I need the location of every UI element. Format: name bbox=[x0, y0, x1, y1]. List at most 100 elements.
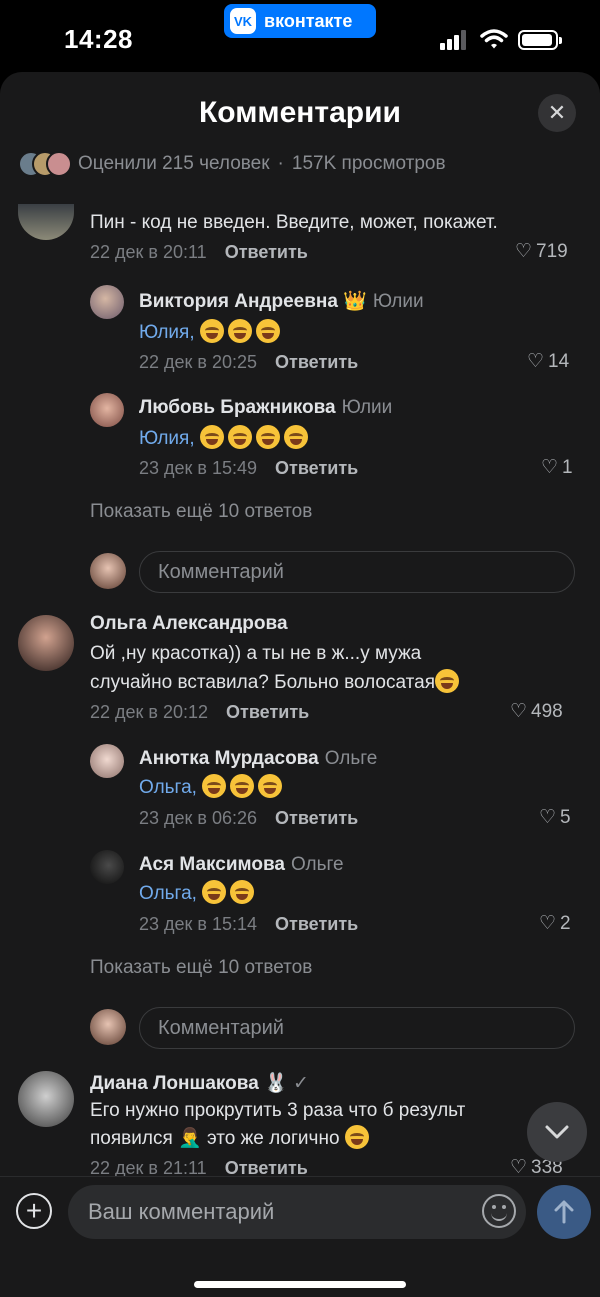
avatar[interactable] bbox=[90, 744, 124, 778]
reply-text: Юлия, bbox=[139, 318, 284, 347]
comment-text: Ой ,ну красотка)) а ты не в ж...у мужа bbox=[90, 643, 422, 664]
like-button[interactable]: ♡ 5 bbox=[539, 806, 571, 829]
comment-text: Пин - код не введен. Введите, может, пок… bbox=[90, 212, 498, 233]
sheet-title: Комментарии bbox=[198, 96, 402, 129]
home-indicator[interactable] bbox=[194, 1281, 406, 1288]
reply-button[interactable]: Ответить bbox=[275, 352, 358, 372]
meta-separator: · bbox=[277, 153, 284, 174]
comment-date: 22 дек в 20:12 Ответить bbox=[90, 702, 310, 722]
wifi-icon bbox=[480, 29, 508, 49]
rofl-emoji-icon bbox=[199, 425, 224, 449]
avatar bbox=[46, 151, 72, 177]
vk-app-label: вконтакте bbox=[264, 10, 353, 31]
plus-icon: + bbox=[25, 1195, 43, 1226]
add-attachment-button[interactable]: + bbox=[16, 1193, 52, 1229]
laughing-emoji-icon bbox=[258, 774, 283, 798]
raters-avatar-stack bbox=[18, 151, 72, 177]
comments-sheet: Комментарии ✕ Оценили 215 человек · 157K… bbox=[0, 72, 600, 1297]
emoji-picker-icon[interactable] bbox=[482, 1194, 516, 1228]
heart-icon: ♡ bbox=[515, 241, 533, 262]
comment-author[interactable]: Диана Лоншакова 🐰 ✓ bbox=[90, 1071, 309, 1095]
vk-logo-icon: VK bbox=[230, 8, 256, 34]
like-count: 1 bbox=[562, 456, 573, 478]
reply-target: Юлии bbox=[341, 397, 393, 418]
vk-app-badge[interactable]: VK вконтакте bbox=[224, 4, 376, 38]
heart-icon: ♡ bbox=[539, 913, 557, 934]
like-count: 719 bbox=[536, 240, 568, 262]
comment-author[interactable]: Ольга Александрова bbox=[90, 613, 288, 635]
reply-button[interactable]: Ответить bbox=[275, 458, 358, 478]
laughing-emoji-icon bbox=[230, 880, 255, 904]
like-button[interactable]: ♡ 719 bbox=[515, 240, 568, 263]
verified-check-icon: ✓ bbox=[293, 1073, 309, 1094]
reply-text: Ольга, bbox=[139, 773, 286, 802]
send-button[interactable] bbox=[537, 1185, 591, 1239]
comment-date: 22 дек в 20:11 Ответить bbox=[90, 242, 308, 262]
avatar bbox=[90, 1009, 126, 1045]
like-count: 5 bbox=[560, 806, 571, 828]
mention-link[interactable]: Ольга, bbox=[139, 777, 197, 798]
laughing-emoji-icon bbox=[199, 319, 224, 343]
avatar[interactable] bbox=[18, 1071, 74, 1127]
reply-input[interactable]: Комментарий bbox=[139, 1007, 575, 1049]
reply-input[interactable]: Комментарий bbox=[139, 551, 575, 593]
reply-author[interactable]: Любовь Бражникова Юлии bbox=[139, 397, 392, 419]
reply-author[interactable]: Виктория Андреевна 👑 Юлии bbox=[139, 289, 424, 313]
show-more-replies[interactable]: Показать ещё 10 ответов bbox=[90, 501, 312, 523]
reply-button[interactable]: Ответить bbox=[225, 1158, 308, 1178]
like-button[interactable]: ♡ 2 bbox=[539, 912, 571, 935]
reply-date: 23 дек в 06:26 Ответить bbox=[139, 808, 359, 828]
status-bar: 14:28 VK вконтакте bbox=[0, 0, 600, 78]
avatar[interactable] bbox=[18, 204, 74, 240]
like-button[interactable]: ♡ 14 bbox=[527, 350, 569, 373]
scroll-down-button[interactable] bbox=[527, 1102, 587, 1162]
reply-button[interactable]: Ответить bbox=[275, 808, 358, 828]
rofl-emoji-icon bbox=[283, 425, 308, 449]
reply-text: Юлия, bbox=[139, 424, 312, 453]
comment-input[interactable]: Ваш комментарий bbox=[68, 1185, 526, 1239]
reply-author[interactable]: Анютка Мурдасова Ольге bbox=[139, 748, 377, 770]
reply-button[interactable]: Ответить bbox=[226, 702, 309, 722]
reply-date: 23 дек в 15:14 Ответить bbox=[139, 914, 359, 934]
close-icon: ✕ bbox=[547, 100, 567, 125]
comment-text-line2: случайно вставила? Больно волосатая bbox=[90, 668, 463, 697]
reply-button[interactable]: Ответить bbox=[225, 242, 308, 262]
reply-author[interactable]: Ася Максимова Ольге bbox=[139, 854, 344, 876]
heart-icon: ♡ bbox=[541, 457, 559, 478]
show-more-replies[interactable]: Показать ещё 10 ответов bbox=[90, 957, 312, 979]
bunny-emoji-icon: 🐰 bbox=[264, 1073, 288, 1094]
grinning-squint-emoji-icon bbox=[202, 880, 227, 904]
like-count: 14 bbox=[548, 350, 570, 372]
like-button[interactable]: ♡ 1 bbox=[541, 456, 573, 479]
avatar[interactable] bbox=[90, 850, 124, 884]
mention-link[interactable]: Ольга, bbox=[139, 883, 197, 904]
cellular-signal-icon bbox=[440, 30, 466, 50]
avatar[interactable] bbox=[90, 285, 124, 319]
reply-target: Ольге bbox=[324, 748, 378, 769]
mention-link[interactable]: Юлия, bbox=[139, 322, 195, 343]
heart-icon: ♡ bbox=[527, 351, 545, 372]
laughing-emoji-icon bbox=[227, 319, 252, 343]
reply-text: Ольга, bbox=[139, 879, 258, 908]
close-button[interactable]: ✕ bbox=[538, 94, 576, 132]
reply-date: 23 дек в 15:49 Ответить bbox=[139, 458, 359, 478]
laughing-emoji-icon bbox=[202, 774, 227, 798]
comment-text-line2: появился 🤦‍♂️ это же логично bbox=[90, 1124, 373, 1153]
status-time: 14:28 bbox=[64, 24, 133, 54]
avatar[interactable] bbox=[90, 393, 124, 427]
avatar bbox=[90, 553, 126, 589]
rating-meta[interactable]: Оценили 215 человек · 157K просмотров bbox=[18, 150, 446, 178]
reply-button[interactable]: Ответить bbox=[275, 914, 358, 934]
raised-eyebrow-emoji-icon bbox=[344, 1125, 369, 1149]
like-count: 498 bbox=[531, 700, 563, 722]
comment-text: Его нужно прокрутить 3 раза что б резуль… bbox=[90, 1100, 466, 1121]
crown-icon: 👑 bbox=[343, 291, 367, 312]
rofl-emoji-icon bbox=[255, 425, 280, 449]
battery-icon bbox=[518, 30, 562, 50]
avatar[interactable] bbox=[18, 615, 74, 671]
heart-icon: ♡ bbox=[539, 807, 557, 828]
mention-link[interactable]: Юлия, bbox=[139, 428, 195, 449]
like-button[interactable]: ♡ 498 bbox=[510, 700, 563, 723]
person-facepalm-emoji-icon: 🤦‍♂️ bbox=[178, 1128, 202, 1149]
like-count: 2 bbox=[560, 912, 571, 934]
